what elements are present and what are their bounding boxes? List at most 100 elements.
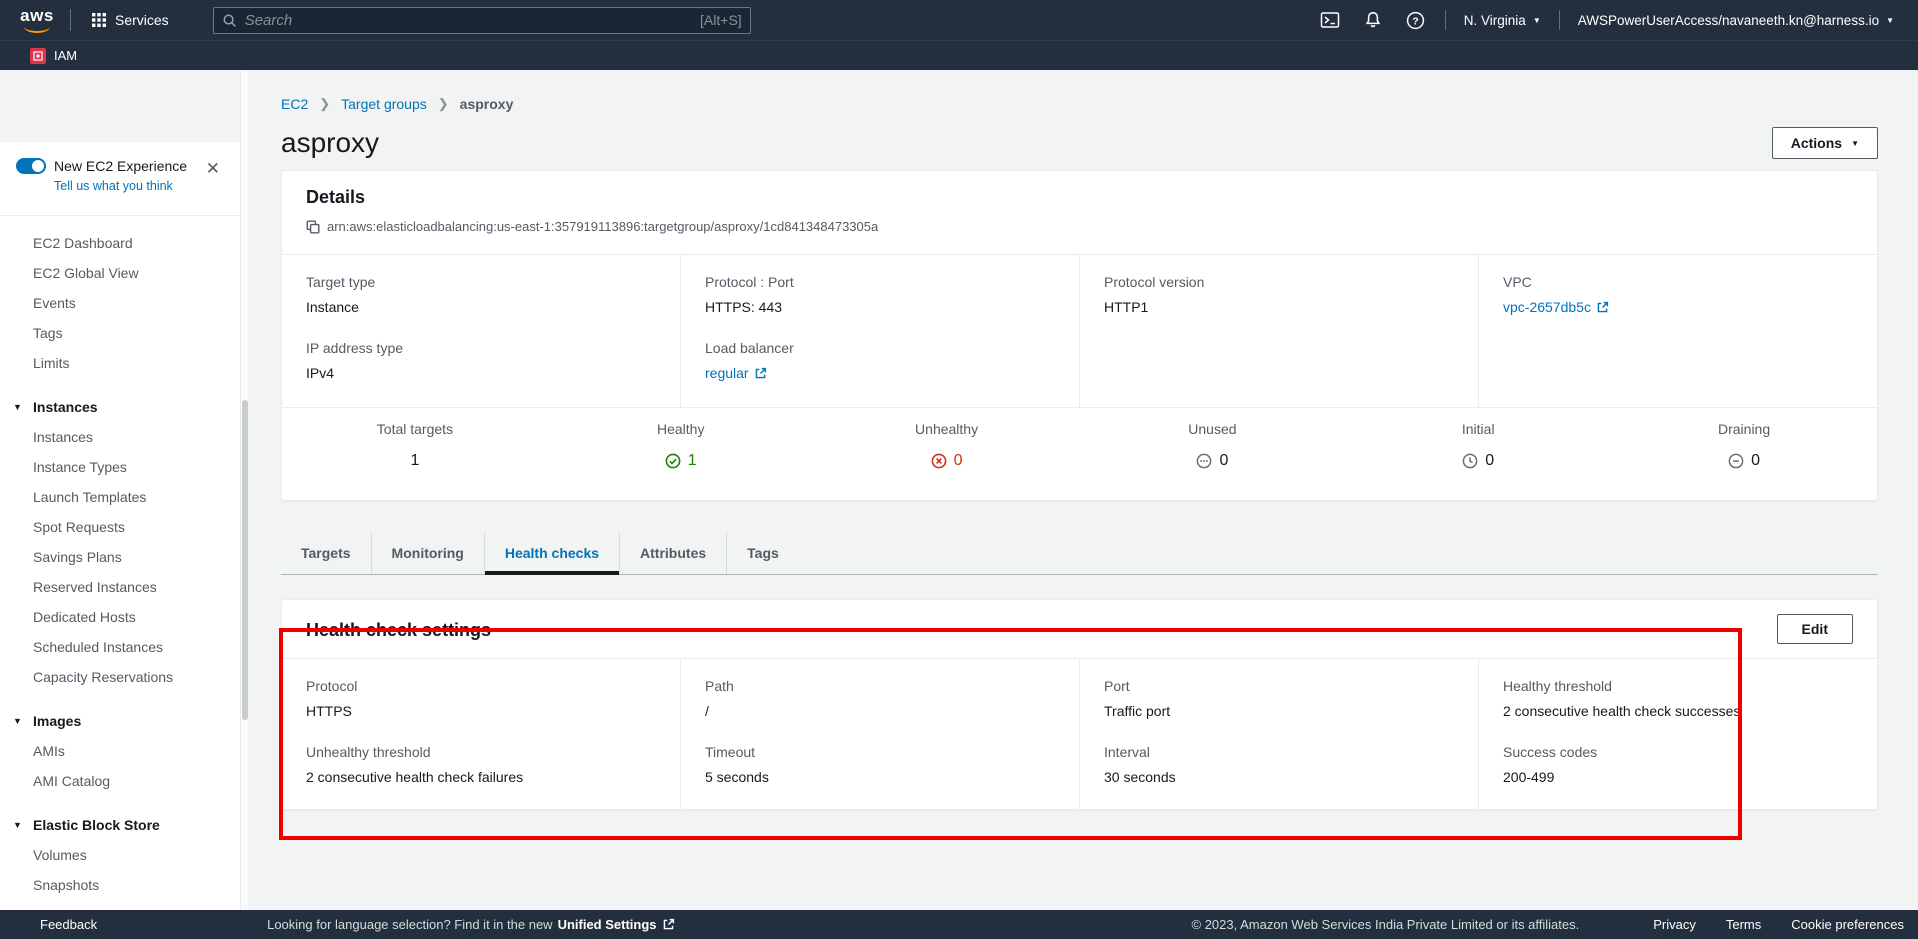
copy-icon <box>306 220 320 234</box>
sidebar-section-instances[interactable]: ▼ Instances <box>0 392 240 422</box>
services-grid-icon <box>91 12 107 28</box>
sidebar-item-limits[interactable]: Limits <box>0 348 240 378</box>
new-ec2-experience-label: New EC2 Experience <box>54 158 187 174</box>
privacy-link[interactable]: Privacy <box>1653 917 1696 932</box>
new-ec2-experience-toggle[interactable] <box>16 158 46 174</box>
ec2-sidebar: ✕ New EC2 Experience Tell us what you th… <box>0 70 240 910</box>
stat-label: Unused <box>1079 421 1345 437</box>
tab-bar: Targets Monitoring Health checks Attribu… <box>281 532 1878 575</box>
sidebar-section-images[interactable]: ▼ Images <box>0 706 240 736</box>
breadcrumb-target-groups[interactable]: Target groups <box>341 96 427 112</box>
total-targets-stat: Total targets 1 <box>282 421 548 474</box>
sidebar-item-scheduled-instances[interactable]: Scheduled Instances <box>0 632 240 662</box>
field-label-unhealthy-threshold: Unhealthy threshold <box>306 744 656 760</box>
terms-link[interactable]: Terms <box>1726 917 1761 932</box>
field-label-protocol: Protocol <box>306 678 656 694</box>
region-label: N. Virginia <box>1464 13 1526 28</box>
tab-targets[interactable]: Targets <box>281 532 371 574</box>
target-group-arn: arn:aws:elasticloadbalancing:us-east-1:3… <box>327 219 878 234</box>
copyright-text: © 2023, Amazon Web Services India Privat… <box>1192 917 1580 932</box>
help-icon: ? <box>1406 11 1425 30</box>
search-input[interactable] <box>245 12 700 29</box>
edit-label: Edit <box>1802 621 1828 637</box>
scrollbar-thumb[interactable] <box>242 400 248 720</box>
favorite-iam[interactable]: IAM <box>30 48 77 64</box>
sidebar-item-tags[interactable]: Tags <box>0 318 240 348</box>
tab-health-checks[interactable]: Health checks <box>484 532 619 574</box>
sidebar-item-ec2-global-view[interactable]: EC2 Global View <box>0 258 240 288</box>
field-label-vpc: VPC <box>1503 274 1853 290</box>
field-label-healthy-threshold: Healthy threshold <box>1503 678 1853 694</box>
sidebar-item-snapshots[interactable]: Snapshots <box>0 870 240 900</box>
help-button[interactable]: ? <box>1394 7 1437 34</box>
copy-arn-button[interactable] <box>306 220 320 234</box>
sidebar-section-label: Instances <box>33 399 98 415</box>
field-label-protocol-version: Protocol version <box>1104 274 1454 290</box>
sidebar-item-spot-requests[interactable]: Spot Requests <box>0 512 240 542</box>
sidebar-section-label: Images <box>33 713 81 729</box>
sidebar-section-elastic-block-store[interactable]: ▼ Elastic Block Store <box>0 810 240 840</box>
favorites-bar: IAM <box>0 40 1918 70</box>
edit-button[interactable]: Edit <box>1777 614 1853 644</box>
breadcrumb-current: asproxy <box>460 96 514 112</box>
sidebar-item-dedicated-hosts[interactable]: Dedicated Hosts <box>0 602 240 632</box>
sidebar-navigation: EC2 Dashboard EC2 Global View Events Tag… <box>0 216 240 900</box>
field-value-port: Traffic port <box>1104 703 1454 719</box>
aws-smile-icon <box>24 26 50 33</box>
sidebar-section-label: Elastic Block Store <box>33 817 160 833</box>
tab-monitoring[interactable]: Monitoring <box>371 532 484 574</box>
stat-label: Healthy <box>548 421 814 437</box>
sidebar-item-volumes[interactable]: Volumes <box>0 840 240 870</box>
sidebar-item-savings-plans[interactable]: Savings Plans <box>0 542 240 572</box>
health-check-settings-panel: Health check settings Edit Protocol HTTP… <box>281 599 1878 810</box>
sidebar-item-amis[interactable]: AMIs <box>0 736 240 766</box>
notifications-button[interactable] <box>1352 7 1394 33</box>
sidebar-item-reserved-instances[interactable]: Reserved Instances <box>0 572 240 602</box>
load-balancer-link[interactable]: regular <box>705 365 767 381</box>
stat-value: 0 <box>1219 452 1228 470</box>
region-selector[interactable]: N. Virginia ▼ <box>1454 9 1551 32</box>
sidebar-item-launch-templates[interactable]: Launch Templates <box>0 482 240 512</box>
chevron-right-icon: ❯ <box>319 96 330 112</box>
actions-button[interactable]: Actions ▼ <box>1772 127 1878 159</box>
healthy-stat: Healthy 1 <box>548 421 814 474</box>
global-search[interactable]: [Alt+S] <box>213 7 751 34</box>
field-label-success-codes: Success codes <box>1503 744 1853 760</box>
sidebar-item-capacity-reservations[interactable]: Capacity Reservations <box>0 662 240 692</box>
account-menu[interactable]: AWSPowerUserAccess/navaneeth.kn@harness.… <box>1568 9 1904 32</box>
x-circle-icon <box>931 453 947 469</box>
stat-value: 0 <box>1485 452 1494 470</box>
cloudshell-button[interactable] <box>1308 7 1352 33</box>
close-icon[interactable]: ✕ <box>206 160 220 177</box>
sidebar-item-instances[interactable]: Instances <box>0 422 240 452</box>
actions-label: Actions <box>1791 135 1842 151</box>
field-label-protocol-port: Protocol : Port <box>705 274 1055 290</box>
tell-us-link[interactable]: Tell us what you think <box>54 179 173 193</box>
breadcrumb-ec2[interactable]: EC2 <box>281 96 308 112</box>
sidebar-item-events[interactable]: Events <box>0 288 240 318</box>
stat-value: 0 <box>954 452 963 470</box>
initial-stat: Initial 0 <box>1345 421 1611 474</box>
sidebar-item-instance-types[interactable]: Instance Types <box>0 452 240 482</box>
sidebar-item-ami-catalog[interactable]: AMI Catalog <box>0 766 240 796</box>
cookie-preferences-link[interactable]: Cookie preferences <box>1791 917 1904 932</box>
console-footer: Feedback Looking for language selection?… <box>0 910 1918 939</box>
minus-circle-icon <box>1728 453 1744 469</box>
stat-value: 1 <box>688 452 697 470</box>
field-value-protocol-port: HTTPS: 443 <box>705 299 1055 315</box>
tab-tags[interactable]: Tags <box>726 532 799 574</box>
chevron-down-icon: ▼ <box>1851 139 1859 148</box>
field-value-interval: 30 seconds <box>1104 769 1454 785</box>
aws-logo-text: aws <box>20 6 54 25</box>
aws-logo[interactable]: aws <box>16 8 58 33</box>
draining-stat: Draining 0 <box>1611 421 1877 474</box>
vpc-link[interactable]: vpc-2657db5c <box>1503 299 1609 315</box>
chevron-down-icon: ▼ <box>1886 16 1894 25</box>
tab-attributes[interactable]: Attributes <box>619 532 726 574</box>
sidebar-scrollbar[interactable] <box>240 70 248 910</box>
sidebar-item-ec2-dashboard[interactable]: EC2 Dashboard <box>0 228 240 258</box>
unified-settings-link[interactable]: Unified Settings <box>558 917 657 932</box>
services-menu-button[interactable]: Services <box>85 8 175 32</box>
feedback-button[interactable]: Feedback <box>40 917 97 932</box>
health-check-settings-title: Health check settings <box>306 614 491 641</box>
